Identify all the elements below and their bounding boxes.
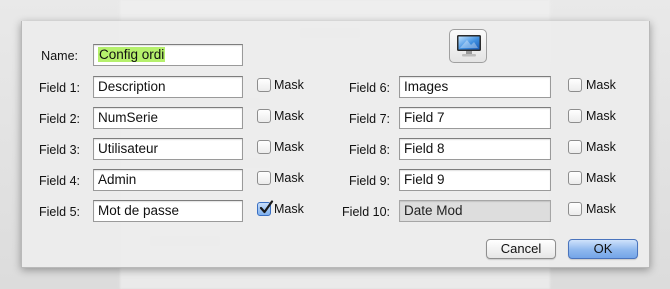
name-field[interactable]: Config ordi <box>93 44 243 66</box>
field-1-mask-checkbox[interactable] <box>257 78 271 92</box>
field-7-input[interactable]: Field 7 <box>399 107 551 129</box>
field-9-mask-checkbox[interactable] <box>568 171 582 185</box>
field-6-mask-checkbox[interactable] <box>568 78 582 92</box>
field-8-mask-label: Mask <box>586 140 616 154</box>
field-3-mask-checkbox[interactable] <box>257 140 271 154</box>
field-2-mask-label: Mask <box>274 109 304 123</box>
field-1-label: Field 1: <box>39 81 80 95</box>
name-value: Config ordi <box>98 47 166 62</box>
field-5-input[interactable]: Mot de passe <box>93 200 243 222</box>
field-3-input[interactable]: Utilisateur <box>93 138 243 160</box>
name-label: Name: <box>41 49 78 63</box>
field-10-label: Field 10: <box>342 205 390 219</box>
field-2-label: Field 2: <box>39 112 80 126</box>
field-5-mask-checkbox[interactable] <box>257 200 274 216</box>
field-9-mask-label: Mask <box>586 171 616 185</box>
field-3-label: Field 3: <box>39 143 80 157</box>
field-2-input[interactable]: NumSerie <box>93 107 243 129</box>
field-6-input[interactable]: Images <box>399 76 551 98</box>
field-4-label: Field 4: <box>39 174 80 188</box>
field-1-input[interactable]: Description <box>93 76 243 98</box>
field-5-mask-label: Mask <box>274 202 304 216</box>
field-7-mask-label: Mask <box>586 109 616 123</box>
field-10-mask-label: Mask <box>586 202 616 216</box>
field-2-mask-checkbox[interactable] <box>257 109 271 123</box>
field-6-mask-label: Mask <box>586 78 616 92</box>
field-8-label: Field 8: <box>349 143 390 157</box>
field-8-mask-checkbox[interactable] <box>568 140 582 154</box>
cancel-button[interactable]: Cancel <box>486 239 556 259</box>
field-4-mask-label: Mask <box>274 171 304 185</box>
ok-button[interactable]: OK <box>568 239 638 259</box>
field-5-label: Field 5: <box>39 205 80 219</box>
field-7-mask-checkbox[interactable] <box>568 109 582 123</box>
computer-monitor-icon <box>456 34 482 63</box>
field-10-mask-checkbox[interactable] <box>568 202 582 216</box>
field-7-label: Field 7: <box>349 112 390 126</box>
field-4-mask-checkbox[interactable] <box>257 171 271 185</box>
types-sheet-dialog: Name: Config ordi Field 1: Description M… <box>21 21 650 268</box>
field-6-label: Field 6: <box>349 81 390 95</box>
field-9-input[interactable]: Field 9 <box>399 169 551 191</box>
icon-picker-button[interactable] <box>449 29 487 63</box>
field-3-mask-label: Mask <box>274 140 304 154</box>
field-10-input: Date Mod <box>399 200 551 222</box>
checkmark-icon <box>259 200 274 214</box>
field-9-label: Field 9: <box>349 174 390 188</box>
field-4-input[interactable]: Admin <box>93 169 243 191</box>
field-1-mask-label: Mask <box>274 78 304 92</box>
field-8-input[interactable]: Field 8 <box>399 138 551 160</box>
